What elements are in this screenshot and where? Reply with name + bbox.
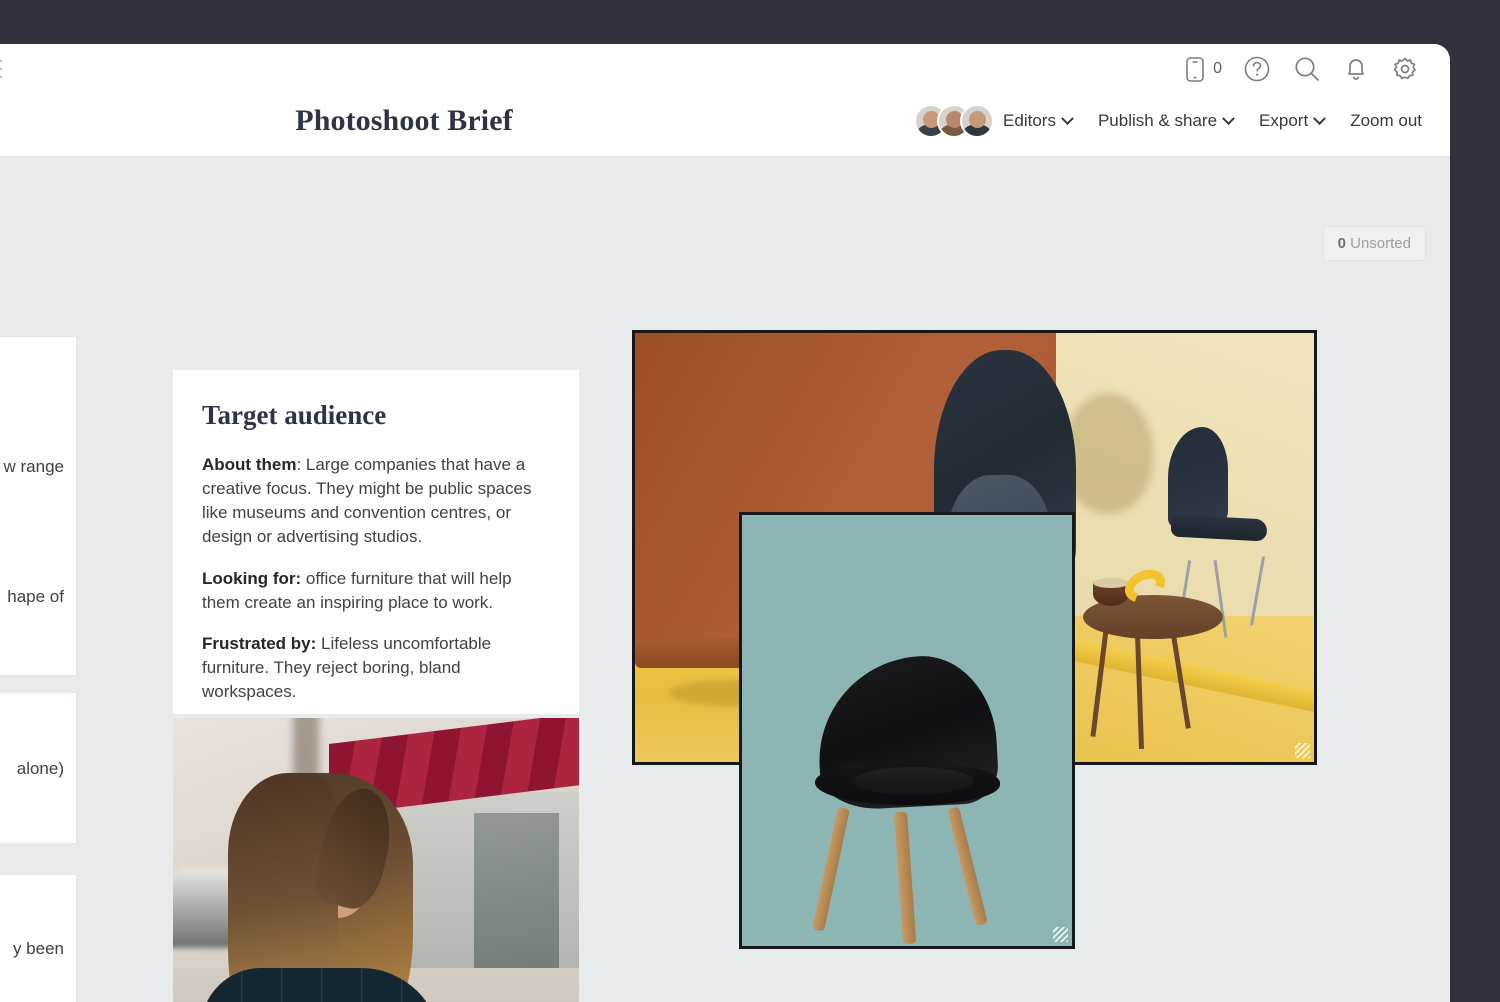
topbar-icon-group: 0 — [1184, 54, 1420, 84]
product-chair-photo[interactable] — [739, 512, 1075, 949]
street-portrait-photo[interactable] — [173, 718, 579, 1002]
board-canvas[interactable]: 0 Unsorted w range hape of alone) y been… — [0, 158, 1450, 1002]
unsorted-count: 0 — [1337, 235, 1346, 252]
resize-handle[interactable] — [1295, 743, 1310, 758]
edge-card-text: y been — [12, 939, 64, 958]
publish-share-label: Publish & share — [1097, 111, 1218, 130]
chevron-down-icon — [1222, 111, 1235, 125]
mobile-preview-count: 0 — [1213, 60, 1222, 77]
chevron-down-icon — [1313, 111, 1327, 125]
notifications-bell-icon[interactable] — [1342, 54, 1370, 84]
edge-card[interactable]: alone) — [0, 692, 77, 844]
publish-share-menu[interactable]: Publish & share — [1097, 111, 1235, 131]
edge-card-text: hape of — [7, 587, 64, 606]
audience-paragraph: Frustrated by: Lifeless uncomfortable fu… — [202, 632, 551, 704]
unsorted-label: Unsorted — [1350, 235, 1411, 252]
paragraph-label: About them — [202, 455, 297, 474]
help-icon[interactable] — [1242, 54, 1272, 84]
app-window: 0 Photoshoot Brief Editors Publish & sha… — [0, 44, 1450, 1002]
edge-card[interactable]: w range hape of — [0, 336, 77, 676]
app-header: 0 Photoshoot Brief Editors Publish & sha… — [0, 44, 1450, 157]
paragraph-label: Looking for: — [202, 568, 302, 588]
edge-card-text: w range — [3, 457, 64, 476]
header-actions: Editors Publish & share Export Zoom out — [914, 104, 1422, 138]
zoom-out-button[interactable]: Zoom out — [1350, 111, 1422, 131]
card-title: Target audience — [202, 400, 387, 430]
target-audience-card[interactable]: Target audience About them: Large compan… — [173, 370, 579, 714]
export-label: Export — [1259, 111, 1309, 130]
settings-gear-icon[interactable] — [1390, 54, 1420, 84]
unsorted-status-badge[interactable]: 0 Unsorted — [1322, 226, 1426, 261]
hamburger-icon[interactable] — [0, 60, 2, 78]
editors-menu[interactable]: Editors — [914, 104, 1074, 138]
audience-paragraph: About them: Large companies that have a … — [202, 453, 551, 550]
zoom-out-label: Zoom out — [1350, 111, 1422, 130]
editor-avatar-group[interactable] — [914, 104, 995, 138]
resize-handle[interactable] — [1053, 927, 1068, 942]
edge-card-text: alone) — [16, 759, 64, 778]
paragraph-separator: : — [296, 455, 306, 474]
audience-paragraph: Looking for: office furniture that will … — [202, 567, 551, 615]
export-menu[interactable]: Export — [1259, 111, 1327, 131]
editors-label: Editors — [1003, 111, 1056, 130]
paragraph-label: Frustrated by: — [202, 633, 317, 653]
mobile-preview-icon[interactable]: 0 — [1184, 55, 1222, 83]
search-icon[interactable] — [1292, 54, 1322, 84]
chevron-down-icon — [1061, 111, 1074, 125]
edge-card[interactable]: y been — [0, 874, 77, 1002]
avatar — [960, 104, 995, 138]
